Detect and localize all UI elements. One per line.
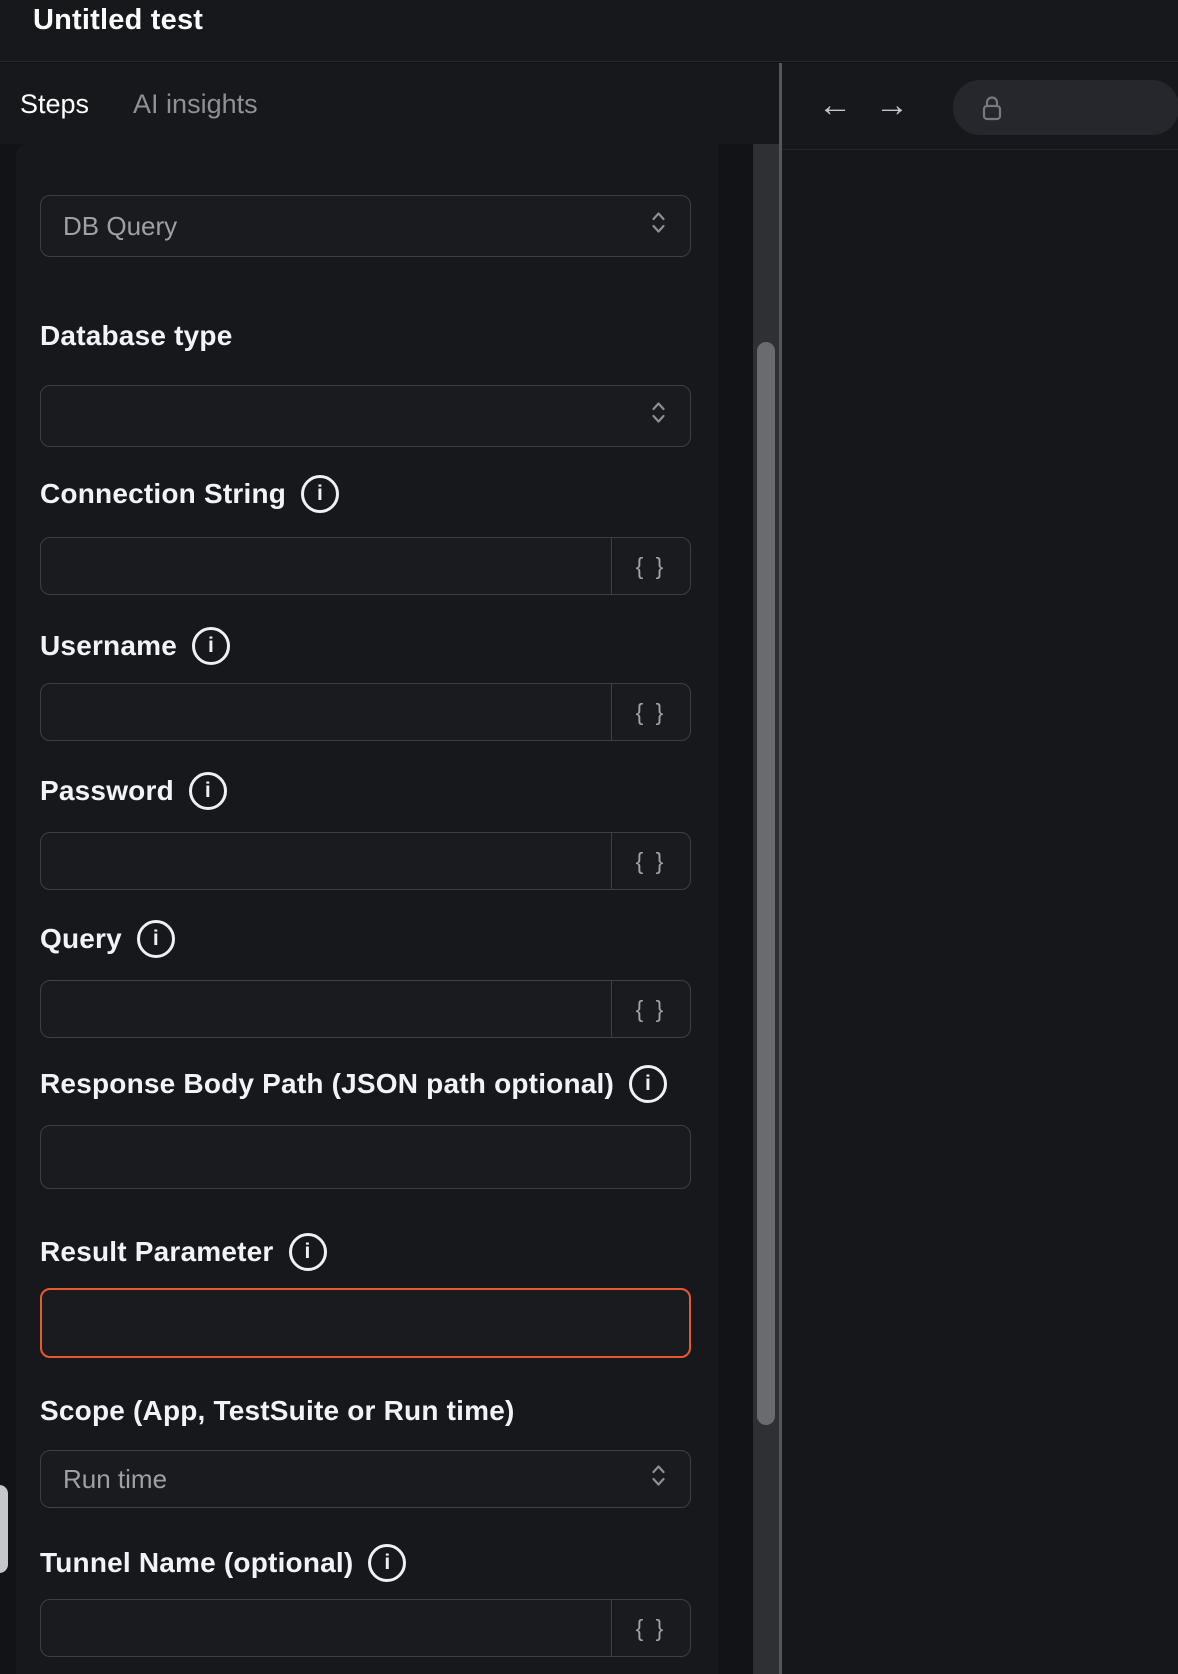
scope-select[interactable]: Run time bbox=[40, 1450, 691, 1508]
tab-steps[interactable]: Steps bbox=[20, 89, 89, 119]
query-input-group: { } bbox=[40, 980, 691, 1038]
database-type-select[interactable] bbox=[40, 385, 691, 447]
result-parameter-label: Result Parameter i bbox=[40, 1233, 691, 1270]
info-icon[interactable]: i bbox=[189, 772, 227, 810]
username-input[interactable] bbox=[41, 684, 611, 740]
browser-preview-panel: Goog 01: bbox=[782, 150, 1178, 1674]
step-type-select[interactable]: DB Query bbox=[40, 195, 691, 257]
username-input-group: { } bbox=[40, 683, 691, 741]
info-icon[interactable]: i bbox=[629, 1065, 667, 1103]
insert-variable-button[interactable]: { } bbox=[611, 684, 690, 740]
page-title: Untitled test bbox=[33, 0, 203, 42]
tab-ai-insights[interactable]: AI insights bbox=[133, 89, 258, 119]
scope-value: Run time bbox=[63, 1464, 167, 1495]
chevron-up-down-icon bbox=[651, 209, 666, 243]
chevron-up-down-icon bbox=[651, 1462, 666, 1496]
tunnel-name-input[interactable] bbox=[41, 1600, 611, 1656]
info-icon[interactable]: i bbox=[137, 920, 175, 958]
drawer-handle[interactable] bbox=[0, 1485, 8, 1573]
password-input-group: { } bbox=[40, 832, 691, 890]
result-parameter-input[interactable] bbox=[40, 1288, 691, 1358]
insert-variable-button[interactable]: { } bbox=[611, 981, 690, 1037]
query-label: Query i bbox=[40, 920, 691, 957]
query-input[interactable] bbox=[41, 981, 611, 1037]
forward-arrow-icon: → bbox=[875, 86, 909, 124]
braces-icon: { } bbox=[636, 1615, 667, 1642]
tunnel-name-label: Tunnel Name (optional) i bbox=[40, 1544, 691, 1581]
chevron-up-down-icon bbox=[651, 399, 666, 433]
connection-string-label: Connection String i bbox=[40, 475, 691, 512]
connection-string-input-group: { } bbox=[40, 537, 691, 595]
tab-bar: Steps AI insights bbox=[0, 63, 779, 144]
braces-icon: { } bbox=[636, 553, 667, 580]
password-label: Password i bbox=[40, 772, 691, 809]
insert-variable-button[interactable]: { } bbox=[611, 1600, 690, 1656]
scope-label: Scope (App, TestSuite or Run time) bbox=[40, 1392, 691, 1429]
info-icon[interactable]: i bbox=[192, 627, 230, 665]
insert-variable-button[interactable]: { } bbox=[611, 538, 690, 594]
tunnel-name-input-group: { } bbox=[40, 1599, 691, 1657]
info-icon[interactable]: i bbox=[301, 475, 339, 513]
form-scrollbar-thumb[interactable] bbox=[757, 342, 775, 1425]
info-icon[interactable]: i bbox=[368, 1544, 406, 1582]
braces-icon: { } bbox=[636, 699, 667, 726]
back-button[interactable]: ← bbox=[818, 63, 852, 150]
username-label: Username i bbox=[40, 627, 691, 664]
response-body-path-label: Response Body Path (JSON path optional) … bbox=[40, 1065, 691, 1102]
title-bar: Untitled test bbox=[0, 0, 1178, 62]
database-type-label: Database type bbox=[40, 317, 691, 354]
back-arrow-icon: ← bbox=[818, 86, 852, 124]
connection-string-input[interactable] bbox=[41, 538, 611, 594]
step-type-value: DB Query bbox=[63, 211, 177, 242]
lock-icon bbox=[981, 94, 1003, 127]
braces-icon: { } bbox=[636, 848, 667, 875]
info-icon[interactable]: i bbox=[289, 1233, 327, 1271]
browser-toolbar: ← → bbox=[782, 63, 1178, 150]
insert-variable-button[interactable]: { } bbox=[611, 833, 690, 889]
braces-icon: { } bbox=[636, 996, 667, 1023]
password-input[interactable] bbox=[41, 833, 611, 889]
url-bar[interactable] bbox=[953, 80, 1178, 135]
db-query-form: DB Query Database type Connection String… bbox=[0, 144, 718, 1674]
response-body-path-input[interactable] bbox=[40, 1125, 691, 1189]
forward-button[interactable]: → bbox=[875, 63, 909, 150]
